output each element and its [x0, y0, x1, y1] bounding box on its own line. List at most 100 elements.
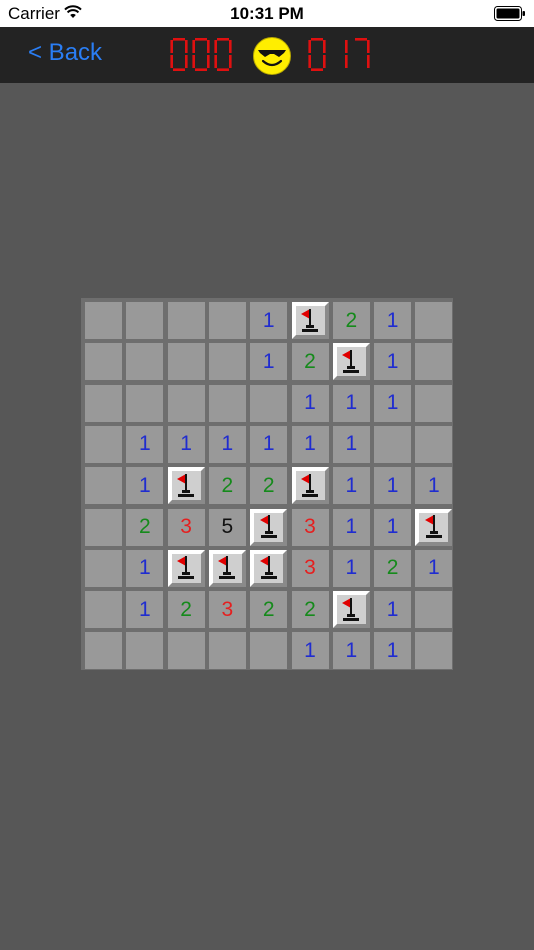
empty-cell[interactable]: [208, 384, 246, 422]
empty-cell[interactable]: [250, 632, 288, 670]
empty-cell[interactable]: [167, 343, 205, 381]
empty-cell[interactable]: [85, 425, 122, 463]
empty-cell[interactable]: [208, 632, 246, 670]
number-cell[interactable]: 1: [291, 425, 329, 463]
empty-cell[interactable]: [126, 384, 164, 422]
number-cell[interactable]: 1: [250, 343, 288, 381]
flagged-cell[interactable]: [332, 591, 370, 629]
cell-number: 1: [138, 597, 151, 621]
back-button[interactable]: < Back: [28, 39, 102, 67]
empty-cell[interactable]: [208, 343, 246, 381]
flagged-cell[interactable]: [250, 508, 288, 546]
number-cell[interactable]: 1: [332, 632, 370, 670]
number-cell[interactable]: 5: [208, 508, 246, 546]
number-cell[interactable]: 1: [374, 302, 412, 339]
empty-cell[interactable]: [85, 302, 122, 339]
number-cell[interactable]: 1: [374, 384, 412, 422]
empty-cell[interactable]: [250, 384, 288, 422]
empty-cell[interactable]: [415, 343, 453, 381]
flagged-cell[interactable]: [415, 508, 453, 546]
seven-segment-digit: [192, 38, 210, 71]
number-cell[interactable]: 1: [374, 508, 412, 546]
number-cell[interactable]: 2: [167, 591, 205, 629]
number-cell[interactable]: 3: [291, 549, 329, 587]
number-cell[interactable]: 1: [126, 425, 164, 463]
number-cell[interactable]: 3: [167, 508, 205, 546]
flagged-cell[interactable]: [167, 549, 205, 587]
empty-cell[interactable]: [85, 508, 122, 546]
empty-cell[interactable]: [208, 302, 246, 339]
number-cell[interactable]: 1: [332, 549, 370, 587]
smiley-reset-button[interactable]: [252, 36, 292, 76]
empty-cell[interactable]: [85, 384, 122, 422]
number-cell[interactable]: 3: [208, 591, 246, 629]
empty-cell[interactable]: [85, 632, 122, 670]
number-cell[interactable]: 1: [332, 425, 370, 463]
number-cell[interactable]: 1: [332, 384, 370, 422]
seven-segment-digit: [345, 40, 348, 68]
number-cell[interactable]: 2: [332, 302, 370, 339]
empty-cell[interactable]: [85, 343, 122, 381]
number-cell[interactable]: 1: [291, 384, 329, 422]
empty-cell[interactable]: [126, 343, 164, 381]
flag-icon: [301, 308, 318, 332]
number-cell[interactable]: 1: [167, 425, 205, 463]
empty-cell[interactable]: [415, 591, 453, 629]
cell-number: 2: [304, 597, 316, 621]
number-cell[interactable]: 1: [126, 591, 164, 629]
number-cell[interactable]: 1: [374, 467, 412, 505]
flag-icon: [342, 349, 360, 373]
flagged-cell[interactable]: [291, 302, 329, 339]
flagged-cell[interactable]: [332, 343, 370, 381]
cell-number: 2: [386, 556, 399, 580]
number-cell[interactable]: 2: [126, 508, 164, 546]
flagged-cell[interactable]: [250, 549, 288, 587]
number-cell[interactable]: 2: [250, 467, 288, 505]
empty-cell[interactable]: [126, 632, 164, 670]
empty-cell[interactable]: [415, 425, 453, 463]
cell-number: 1: [386, 515, 399, 538]
empty-cell[interactable]: [167, 384, 205, 422]
number-cell[interactable]: 1: [126, 467, 164, 505]
empty-cell[interactable]: [126, 302, 164, 339]
number-cell[interactable]: 3: [291, 508, 329, 546]
empty-cell[interactable]: [374, 425, 412, 463]
seven-segment-digit: [214, 38, 232, 71]
number-cell[interactable]: 1: [250, 425, 288, 463]
empty-cell[interactable]: [85, 467, 122, 505]
number-cell[interactable]: 2: [374, 549, 412, 587]
number-cell[interactable]: 1: [415, 467, 453, 505]
cell-number: 5: [221, 515, 234, 538]
number-cell[interactable]: 2: [291, 591, 329, 629]
number-cell[interactable]: 1: [415, 549, 453, 587]
number-cell[interactable]: 1: [126, 549, 164, 587]
empty-cell[interactable]: [415, 384, 453, 422]
empty-cell[interactable]: [415, 302, 453, 339]
cell-number: 1: [386, 597, 399, 621]
seven-segment-digit: [355, 38, 370, 68]
number-cell[interactable]: 2: [208, 467, 246, 505]
nav-bar: < Back: [0, 27, 534, 83]
cell-number: 1: [386, 638, 399, 662]
number-cell[interactable]: 1: [208, 425, 246, 463]
number-cell[interactable]: 1: [250, 302, 288, 339]
empty-cell[interactable]: [85, 591, 122, 629]
number-cell[interactable]: 1: [374, 591, 412, 629]
flagged-cell[interactable]: [291, 467, 329, 505]
number-cell[interactable]: 2: [250, 591, 288, 629]
number-cell[interactable]: 1: [374, 343, 412, 381]
cell-number: 2: [138, 515, 151, 538]
flagged-cell[interactable]: [167, 467, 205, 505]
flagged-cell[interactable]: [208, 549, 246, 587]
number-cell[interactable]: 1: [291, 632, 329, 670]
number-cell[interactable]: 1: [332, 467, 370, 505]
number-cell[interactable]: 1: [374, 632, 412, 670]
empty-cell[interactable]: [415, 632, 453, 670]
empty-cell[interactable]: [167, 632, 205, 670]
seven-segment-digit: [170, 38, 188, 71]
number-cell[interactable]: 2: [291, 343, 329, 381]
empty-cell[interactable]: [167, 302, 205, 339]
cell-number: 2: [262, 473, 275, 497]
empty-cell[interactable]: [85, 549, 122, 587]
number-cell[interactable]: 1: [332, 508, 370, 546]
